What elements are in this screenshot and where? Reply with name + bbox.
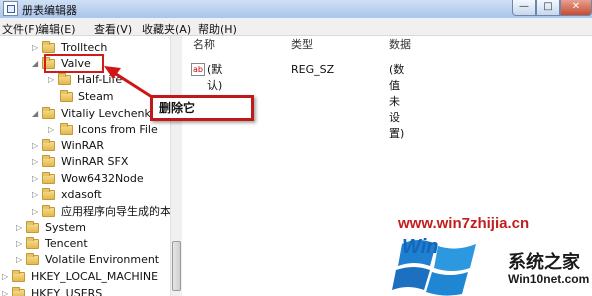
tree-node-label: Vitaliy Levchenko (61, 107, 158, 120)
expand-arrow-icon[interactable]: ▷ (16, 236, 24, 252)
collapse-arrow-icon[interactable]: ◢ (32, 56, 40, 72)
menu-view[interactable]: 查看(V) (94, 21, 132, 37)
folder-icon (58, 73, 71, 85)
expand-arrow-icon[interactable]: ▷ (32, 171, 40, 187)
folder-icon (42, 41, 55, 53)
column-header-data[interactable]: 数据 (389, 36, 411, 54)
folder-icon (60, 123, 73, 135)
tree-node-label: Tencent (45, 237, 88, 250)
title-bar: 册表编辑器 — □ ✕ (0, 0, 592, 18)
folder-icon (60, 90, 73, 102)
expand-arrow-icon[interactable]: ▷ (16, 252, 24, 268)
tree-scrollbar[interactable] (170, 36, 182, 296)
menu-help[interactable]: 帮助(H) (198, 21, 237, 37)
expand-arrow-icon[interactable]: ▷ (48, 122, 56, 138)
watermark-site: Win10net.com (508, 272, 590, 286)
minimize-button[interactable]: — (512, 0, 536, 16)
tree-node-label: Steam (78, 90, 114, 103)
column-header-type[interactable]: 类型 (291, 36, 313, 54)
watermark-brand: 系统之家 (508, 252, 580, 273)
value-data: (数值未设置) (389, 63, 405, 140)
tree-node-label: System (45, 221, 87, 234)
expand-arrow-icon[interactable]: ▷ (32, 138, 40, 154)
folder-icon (26, 253, 39, 265)
watermark-url: www.win7zhijia.cn (398, 215, 530, 232)
folder-icon (42, 205, 55, 217)
watermark-logo-text: Win (402, 236, 439, 258)
string-value-icon: ab (191, 63, 205, 76)
tree-node-label: HKEY_LOCAL_MACHINE (31, 270, 159, 283)
tree-node-label: WinRAR (61, 139, 105, 152)
menu-favorites[interactable]: 收藏夹(A) (142, 21, 191, 37)
value-name: (默认) (207, 63, 223, 92)
folder-icon (42, 139, 55, 151)
folder-icon (42, 172, 55, 184)
expand-arrow-icon[interactable]: ▷ (48, 72, 56, 88)
folder-icon (42, 155, 55, 167)
expand-arrow-icon[interactable]: ▷ (32, 204, 40, 220)
menu-file[interactable]: 文件(F) (2, 21, 39, 37)
folder-icon (26, 237, 39, 249)
tree-node-label: Volatile Environment (45, 253, 160, 266)
folder-icon (42, 107, 55, 119)
expand-arrow-icon[interactable]: ▷ (32, 154, 40, 170)
window-title: 册表编辑器 (22, 4, 77, 17)
valve-highlight-box (44, 54, 104, 73)
tree-node-label: xdasoft (61, 188, 102, 201)
expand-arrow-icon[interactable]: ▷ (32, 40, 40, 56)
value-type: REG_SZ (291, 63, 335, 76)
folder-icon (12, 287, 25, 296)
registry-key-tree: ▷ Trolltech ◢ Valve ▷ Half-Life Steam ◢ … (0, 36, 182, 296)
close-button[interactable]: ✕ (560, 0, 592, 16)
expand-arrow-icon[interactable]: ▷ (2, 269, 10, 285)
maximize-button[interactable]: □ (536, 0, 560, 16)
expand-arrow-icon[interactable]: ▷ (32, 187, 40, 203)
collapse-arrow-icon[interactable]: ◢ (32, 106, 40, 122)
tree-node-label: Half-Life (77, 73, 123, 86)
folder-icon (12, 270, 25, 282)
expand-arrow-icon[interactable]: ▷ (2, 286, 10, 296)
tree-node-label: Wow6432Node (61, 172, 144, 185)
menu-bar: 文件(F) 编辑(E) 查看(V) 收藏夹(A) 帮助(H) (0, 18, 592, 36)
regedit-app-icon (3, 1, 18, 16)
folder-icon (26, 221, 39, 233)
expand-arrow-icon[interactable]: ▷ (16, 220, 24, 236)
scrollbar-thumb[interactable] (172, 241, 181, 291)
tree-node-label: HKEY_USERS (31, 287, 103, 296)
tree-node-label: Icons from File (78, 123, 158, 136)
menu-edit[interactable]: 编辑(E) (38, 21, 76, 37)
tree-node-label: 应用程序向导生成的本地 (61, 205, 182, 218)
folder-icon (42, 188, 55, 200)
column-header-name[interactable]: 名称 (193, 36, 215, 54)
tree-node-label: WinRAR SFX (61, 155, 129, 168)
